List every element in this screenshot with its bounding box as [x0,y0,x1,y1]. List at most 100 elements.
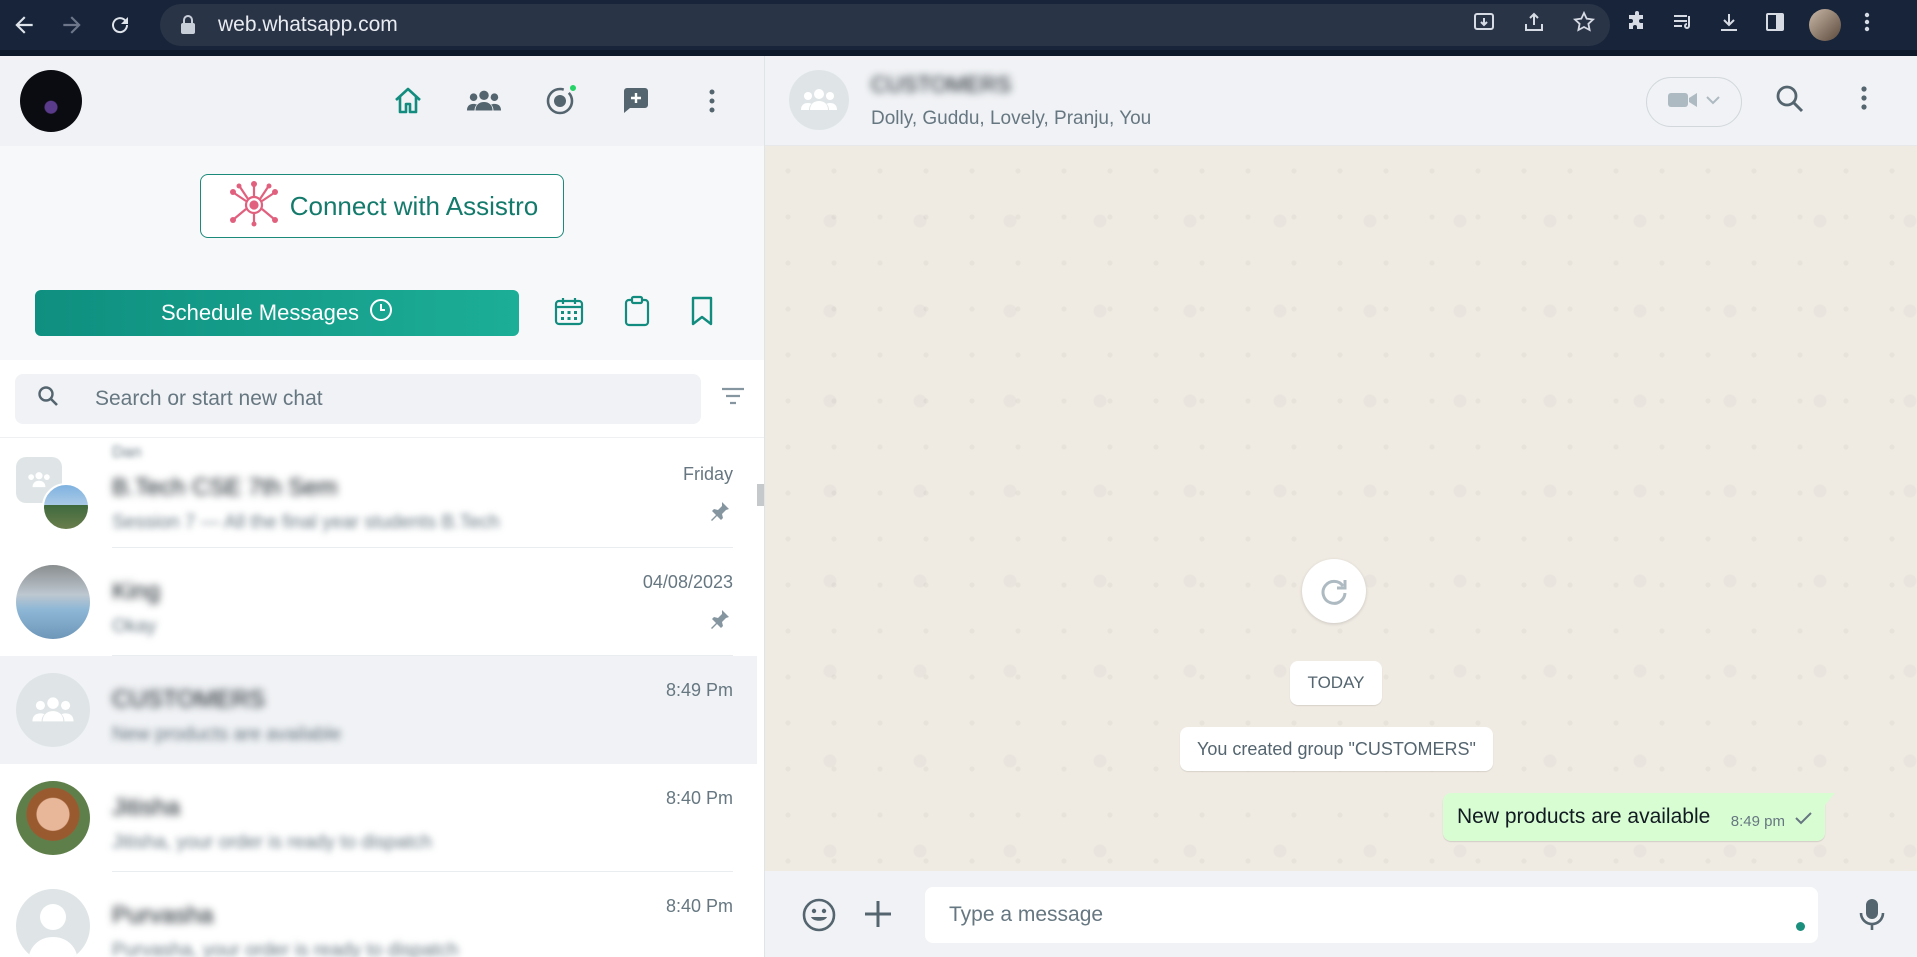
reload-icon[interactable] [96,0,144,50]
extensions-icon[interactable] [1625,10,1649,40]
input-indicator-dot [1796,922,1805,931]
message-text: New products are available [1457,805,1711,828]
conversation-menu-icon[interactable] [1860,84,1868,117]
chat-preview: Okay [112,616,157,637]
chat-item-jitisha[interactable]: Jitisha Jitisha, your order is ready to … [0,764,757,872]
chat-name: B.Tech CSE 7th Sem [112,474,338,501]
pin-icon [709,608,731,635]
connect-assistro-label: Connect with Assistro [289,190,539,221]
group-members: Dolly, Guddu, Lovely, Pranju, You [871,108,1152,129]
browser-menu-icon[interactable] [1863,10,1871,40]
status-icon[interactable] [542,83,578,119]
chat-name: Purvasha [112,902,214,929]
chat-body: Dan B.Tech CSE 7th Sem Session 7 — All t… [112,440,733,548]
sent-check-icon [1793,810,1813,831]
schedule-toolbar: Schedule Messages [0,266,764,360]
install-app-icon[interactable] [1472,10,1496,40]
conversation-panel: CUSTOMERS Dolly, Guddu, Lovely, Pranju, … [765,56,1917,957]
assistro-logo-icon [226,179,282,234]
lock-icon [178,14,200,36]
sidebar-menu-icon[interactable] [694,83,730,119]
connect-assistro-button[interactable]: Connect with Assistro [200,174,564,238]
chat-name: Jitisha [112,794,181,821]
date-divider: TODAY [1290,661,1382,705]
chat-sidebar: Connect with Assistro Schedule Messages [0,56,765,957]
group-avatar [16,673,90,747]
chat-name: King [112,578,161,605]
chevron-down-icon [1705,93,1721,111]
calendar-icon[interactable] [553,295,585,332]
schedule-messages-button[interactable]: Schedule Messages [35,290,519,336]
side-panel-icon[interactable] [1763,10,1787,40]
url-text: web.whatsapp.com [218,13,398,36]
chat-list: Dan B.Tech CSE 7th Sem Session 7 — All t… [0,440,757,957]
chat-item-purvasha[interactable]: Purvasha Purvasha, your order is ready t… [0,872,757,957]
group-avatar[interactable] [789,70,849,130]
video-camera-icon [1667,90,1699,115]
search-input[interactable] [95,386,655,411]
chat-body: King Okay 04/08/2023 [112,548,733,656]
filter-icon[interactable] [720,386,746,411]
chat-preview: Session 7 — All the final year students … [112,512,500,533]
new-chat-icon[interactable] [618,83,654,119]
chat-preview: Jitisha, your order is ready to dispatch [112,832,432,853]
clipboard-icon[interactable] [623,295,651,332]
bookmark-icon[interactable] [689,295,715,332]
contact-avatar [16,565,90,639]
chat-preview: Purvasha, your order is ready to dispatc… [112,940,459,957]
browser-toolbar: web.whatsapp.com [0,0,1917,50]
default-avatar [16,889,90,957]
chat-list-scrollbar[interactable] [757,484,764,506]
search-row [0,360,764,438]
share-icon[interactable] [1522,10,1546,40]
status-unread-dot [568,83,578,93]
chat-item-btech-cse[interactable]: Dan B.Tech CSE 7th Sem Session 7 — All t… [0,440,757,548]
chat-body: Purvasha Purvasha, your order is ready t… [112,872,733,957]
group-avatar [16,457,90,531]
message-composer [765,871,1917,957]
chat-sender: Dan [112,444,142,461]
video-call-button[interactable] [1646,77,1742,127]
chat-item-customers[interactable]: CUSTOMERS New products are available 8:4… [0,656,757,764]
browser-profile-avatar[interactable] [1809,9,1841,41]
contact-avatar [16,781,90,855]
back-arrow-icon[interactable] [0,0,48,50]
schedule-messages-label: Schedule Messages [160,300,360,325]
chat-time: Friday [682,464,733,484]
communities-icon[interactable] [466,83,502,119]
pin-icon [709,500,731,527]
downloads-icon[interactable] [1717,10,1741,40]
chat-item-king[interactable]: King Okay 04/08/2023 [0,548,757,656]
forward-arrow-icon[interactable] [48,0,96,50]
clock-icon [369,298,393,328]
search-icon [37,385,59,412]
assistro-banner: Connect with Assistro [0,146,764,266]
system-message: You created group "CUSTOMERS" [1180,727,1493,771]
whatsapp-app: Connect with Assistro Schedule Messages [0,56,1917,957]
group-name: CUSTOMERS [871,72,1012,97]
chat-time: 04/08/2023 [642,572,733,592]
chat-time: 8:40 Pm [665,896,733,916]
my-profile-avatar[interactable] [20,70,82,132]
chat-body: CUSTOMERS New products are available 8:4… [112,656,733,764]
address-bar[interactable]: web.whatsapp.com [160,4,1610,46]
home-icon[interactable] [390,83,426,119]
conversation-search-icon[interactable] [1775,84,1805,119]
chat-time: 8:49 Pm [665,680,733,700]
search-container [15,373,701,424]
chat-time: 8:40 Pm [665,788,733,808]
message-time: 8:49 pm [1730,813,1785,830]
sidebar-header [0,56,764,146]
loading-spinner-icon [1302,559,1366,623]
emoji-icon[interactable] [801,897,837,938]
message-input[interactable] [925,887,1818,943]
chat-name: CUSTOMERS [112,686,265,713]
attach-plus-icon[interactable] [861,897,895,936]
media-queue-icon[interactable] [1671,10,1695,40]
chat-preview: New products are available [112,724,342,745]
conversation-header[interactable]: CUSTOMERS Dolly, Guddu, Lovely, Pranju, … [765,56,1917,146]
microphone-icon[interactable] [1858,897,1886,938]
chat-body: Jitisha Jitisha, your order is ready to … [112,764,733,872]
bookmark-star-icon[interactable] [1572,10,1596,40]
outgoing-message[interactable]: New products are available 8:49 pm [1443,793,1835,841]
